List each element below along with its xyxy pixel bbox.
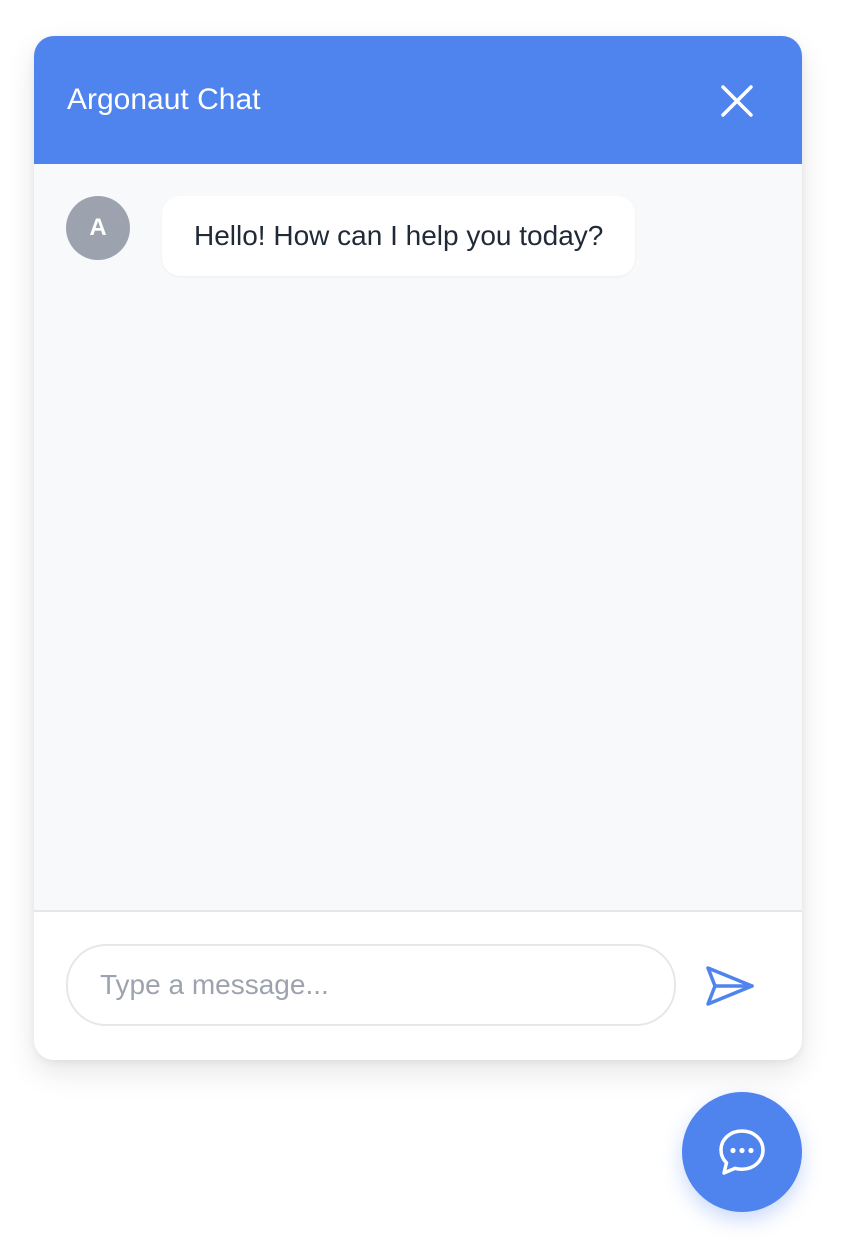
chat-launcher-button[interactable]: [682, 1092, 802, 1212]
composer: [34, 912, 802, 1060]
send-icon: [706, 966, 754, 1006]
chat-title: Argonaut Chat: [67, 83, 261, 116]
message-bubble: Hello! How can I help you today?: [162, 196, 636, 276]
avatar: A: [66, 196, 130, 260]
message-input[interactable]: [66, 944, 676, 1026]
close-button[interactable]: [716, 80, 758, 122]
chat-header: Argonaut Chat: [34, 36, 802, 164]
chat-window: Argonaut Chat A Hello! How can I help yo…: [34, 36, 802, 1060]
message-list: A Hello! How can I help you today?: [34, 164, 802, 912]
chat-bubble-icon: [719, 1129, 765, 1175]
send-button[interactable]: [702, 958, 758, 1014]
close-icon: [721, 85, 753, 117]
